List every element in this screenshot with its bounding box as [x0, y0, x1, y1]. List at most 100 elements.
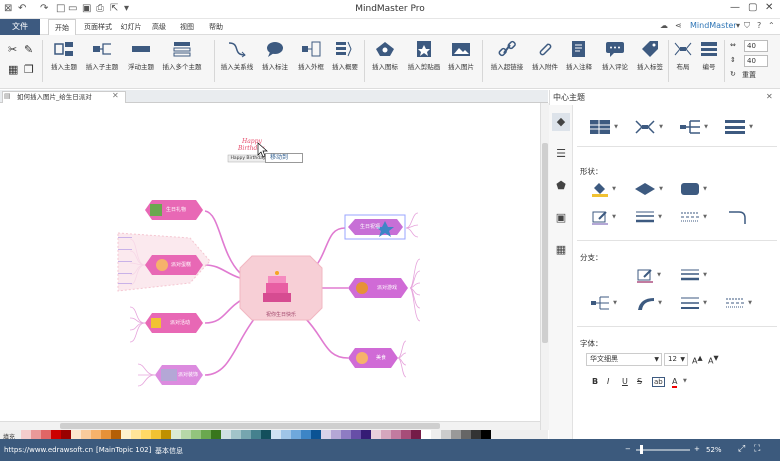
theme-button[interactable]: ▼: [588, 118, 618, 136]
font-color-dropdown-icon[interactable]: ▼: [683, 378, 687, 384]
paste-icon[interactable]: ▦: [8, 63, 18, 76]
menu-page-style[interactable]: 页面样式: [80, 19, 116, 35]
insert-summary-button[interactable]: 插入概要: [328, 38, 362, 84]
account-name[interactable]: MindMaster: [690, 21, 737, 30]
topic-food[interactable]: 美食: [368, 354, 394, 361]
basic-info-link[interactable]: 基本信息: [155, 446, 183, 456]
shadow-button[interactable]: ▼: [678, 180, 708, 198]
fullscreen-icon[interactable]: ⛶: [754, 444, 760, 454]
menu-advanced[interactable]: 高级: [148, 19, 170, 35]
copy-icon[interactable]: ❐: [24, 63, 34, 76]
branch-curve-button[interactable]: ▼: [633, 294, 663, 312]
reset-icon[interactable]: ↻: [730, 70, 736, 78]
numbering-style-button[interactable]: ▼: [723, 118, 753, 136]
font-size-select[interactable]: 12 ▼: [664, 353, 688, 366]
file-menu[interactable]: 文件: [0, 19, 40, 35]
insert-subtopic-button[interactable]: 插入子主题: [84, 38, 120, 84]
zoom-out-icon[interactable]: −: [625, 445, 631, 453]
minimize-icon[interactable]: —: [730, 2, 740, 13]
vertical-scroll-thumb[interactable]: [542, 143, 548, 343]
menu-home[interactable]: 开始: [48, 19, 76, 35]
numbering-button[interactable]: 编号: [696, 38, 722, 84]
layout-button[interactable]: 布局: [670, 38, 696, 84]
corner-style-button[interactable]: [723, 208, 753, 226]
color-palette[interactable]: 填充: [0, 430, 548, 439]
style-tab-icon[interactable]: ◆: [552, 113, 570, 131]
insert-topic-button[interactable]: 插入主题: [46, 38, 82, 84]
document-tab[interactable]: 如何插入图片_给生日派对: [2, 91, 126, 103]
horizontal-scrollbar[interactable]: [0, 421, 540, 430]
decrease-font-icon[interactable]: A▼: [708, 354, 719, 366]
maximize-icon[interactable]: ▢: [748, 2, 757, 13]
menu-view[interactable]: 视图: [176, 19, 198, 35]
border-weight-button[interactable]: ▼: [633, 208, 663, 226]
topic-cake[interactable]: 派对蛋糕: [164, 261, 198, 268]
increase-font-icon[interactable]: A▲: [692, 354, 703, 366]
border-color-button[interactable]: ▼: [588, 208, 618, 226]
central-topic[interactable]: 祝你生日快乐: [248, 311, 314, 318]
insert-note-button[interactable]: 插入注释: [562, 38, 596, 84]
border-dash-button[interactable]: ▼: [678, 208, 708, 226]
icon-tab-icon[interactable]: ⬟: [552, 177, 570, 195]
share-icon[interactable]: ⋖: [675, 21, 682, 30]
insert-clipart-button[interactable]: 插入剪贴画: [404, 38, 444, 84]
branch-dash-button[interactable]: ▼: [723, 294, 753, 312]
insert-callout-button[interactable]: 插入标注: [258, 38, 292, 84]
branch-line-style-button[interactable]: ▼: [678, 294, 708, 312]
vertical-scrollbar[interactable]: [540, 103, 549, 430]
horizontal-spacing-input[interactable]: 40: [744, 40, 768, 52]
close-icon[interactable]: ✕: [765, 2, 773, 13]
underline-button[interactable]: U: [622, 377, 628, 386]
insert-boundary-button[interactable]: 插入外框: [294, 38, 328, 84]
floating-topic-button[interactable]: 浮动主题: [124, 38, 158, 84]
tab-close-icon[interactable]: ✕: [112, 91, 119, 100]
topic-wishes[interactable]: 生日祝福: [355, 223, 385, 230]
floating-topic-caption[interactable]: Happy Birthday: [228, 156, 268, 161]
connector-style-button[interactable]: ▼: [678, 118, 708, 136]
layout-style-button[interactable]: ▼: [633, 118, 663, 136]
cloud-icon[interactable]: ☁: [660, 21, 668, 30]
insert-picture-button[interactable]: 插入图片: [444, 38, 478, 84]
insert-multiple-topics-button[interactable]: 插入多个主题: [160, 38, 204, 84]
insert-tag-button[interactable]: 插入标签: [632, 38, 668, 84]
insert-relationship-button[interactable]: 插入关系线: [218, 38, 256, 84]
topic-activity[interactable]: 派对活动: [162, 319, 198, 326]
font-color-button[interactable]: A: [672, 377, 678, 388]
branch-color-button[interactable]: ▼: [633, 266, 663, 284]
bold-button[interactable]: B: [592, 377, 598, 386]
vertical-spacing-input[interactable]: 40: [744, 55, 768, 67]
horizontal-scroll-thumb[interactable]: [60, 423, 440, 429]
italic-button[interactable]: I: [607, 377, 609, 386]
schedule-tab-icon[interactable]: ▦: [552, 241, 570, 259]
cut-icon[interactable]: ✂: [8, 43, 17, 56]
topic-decoration[interactable]: 派对装饰: [176, 371, 200, 378]
insert-icon-button[interactable]: 插入图标: [368, 38, 402, 84]
insert-comment-button[interactable]: 插入评论: [598, 38, 632, 84]
menu-slides[interactable]: 幻灯片: [118, 19, 144, 35]
panel-close-icon[interactable]: ✕: [766, 92, 773, 101]
fill-color-button[interactable]: ▼: [588, 180, 618, 198]
insert-attachment-button[interactable]: 插入附件: [528, 38, 562, 84]
menu-help[interactable]: 帮助: [205, 19, 227, 35]
branch-connector-button[interactable]: ▼: [588, 294, 618, 312]
font-family-select[interactable]: 华文细黑 ▼: [586, 353, 662, 366]
zoom-in-icon[interactable]: +: [694, 445, 700, 453]
help-icon[interactable]: ?: [757, 21, 761, 30]
palette-swatch[interactable]: [485, 430, 491, 439]
zoom-slider-thumb[interactable]: [640, 445, 643, 454]
shape-button[interactable]: ▼: [633, 180, 663, 198]
topic-gift[interactable]: 生日礼物: [158, 206, 194, 213]
shirt-icon[interactable]: ⛉: [744, 21, 750, 31]
mindmap-canvas[interactable]: Happy Birthday 生日礼物 派对蛋糕 派对活动 祝你生日快乐 生日祝…: [0, 103, 540, 421]
fit-page-icon[interactable]: ⤢: [738, 444, 745, 454]
branch-weight-button[interactable]: ▼: [678, 266, 708, 284]
reset-button[interactable]: 重置: [742, 70, 756, 80]
topic-games[interactable]: 派对游戏: [370, 284, 404, 291]
strikethrough-button[interactable]: S: [637, 377, 642, 386]
website-link[interactable]: https://www.edrawsoft.cn: [4, 446, 93, 454]
collapse-ribbon-icon[interactable]: ⌃: [768, 21, 775, 30]
format-painter-icon[interactable]: ✎: [24, 43, 33, 56]
insert-hyperlink-button[interactable]: 插入超链接: [486, 38, 528, 84]
outline-tab-icon[interactable]: ☰: [552, 145, 570, 163]
clipart-tab-icon[interactable]: ▣: [552, 209, 570, 227]
